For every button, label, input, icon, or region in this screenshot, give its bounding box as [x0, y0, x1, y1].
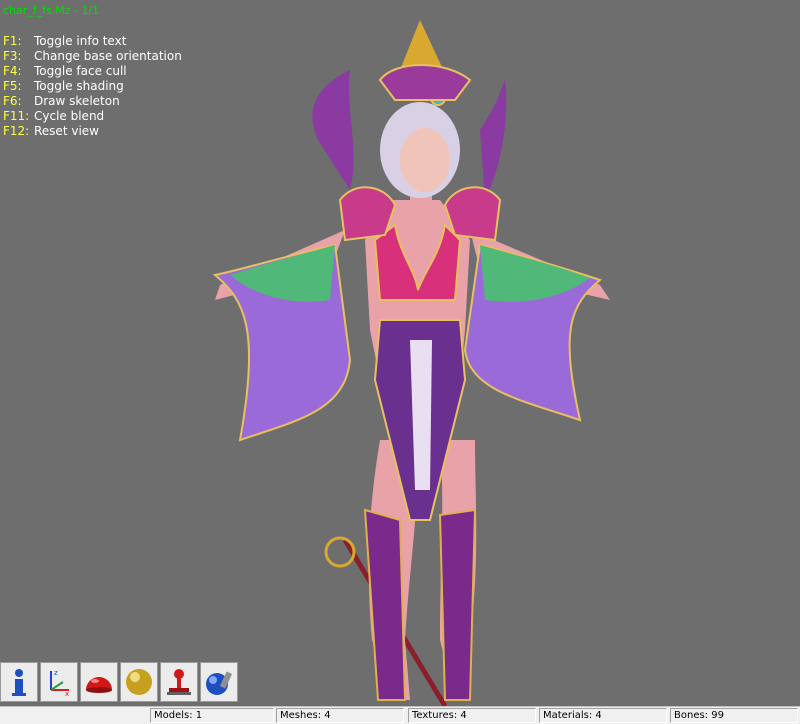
3d-viewport[interactable]: char_f_fs.Mz - 1/1 F1: Toggle info text F…	[0, 0, 800, 706]
shortcut-label: Toggle face cull	[34, 64, 127, 78]
models-count: Models: 1	[150, 708, 274, 723]
shortcut-key: F12:	[3, 124, 30, 138]
shortcut-label: Toggle info text	[34, 34, 127, 48]
material-button[interactable]	[200, 662, 238, 702]
hemisphere-button[interactable]	[80, 662, 118, 702]
axes-icon: z x	[50, 669, 69, 698]
shortcut-key: F1:	[3, 34, 22, 48]
svg-text:z: z	[54, 669, 58, 677]
shortcut-key: F6:	[3, 94, 22, 108]
character-model	[212, 20, 610, 706]
shortcut-label: Toggle shading	[34, 79, 124, 93]
info-button[interactable]	[0, 662, 38, 702]
shortcut-key: F4:	[3, 64, 22, 78]
status-bar: Models: 1 Meshes: 4 Textures: 4 Material…	[0, 706, 800, 724]
shortcut-row: F6: Draw skeleton	[3, 94, 182, 109]
axes-button[interactable]: z x	[40, 662, 78, 702]
gold-sphere-icon	[126, 669, 152, 695]
red-hemisphere-icon	[86, 677, 112, 693]
shortcut-key: F11:	[3, 109, 30, 123]
blue-sphere-brush-icon	[206, 671, 233, 695]
joystick-button[interactable]	[160, 662, 198, 702]
svg-text:x: x	[65, 690, 69, 698]
shortcut-row: F1: Toggle info text	[3, 34, 182, 49]
toolbar: z x	[0, 662, 240, 704]
info-icon	[12, 669, 26, 696]
textures-count: Textures: 4	[408, 708, 536, 723]
materials-count: Materials: 4	[539, 708, 667, 723]
shortcut-label: Draw skeleton	[34, 94, 120, 108]
shortcut-label: Cycle blend	[34, 109, 105, 123]
meshes-count: Meshes: 4	[276, 708, 404, 723]
shortcut-key: F5:	[3, 79, 22, 93]
model-title: char_f_fs.Mz - 1/1	[3, 4, 100, 17]
shortcut-label: Reset view	[34, 124, 99, 138]
shortcut-row: F11: Cycle blend	[3, 109, 182, 124]
shortcut-label: Change base orientation	[34, 49, 182, 63]
bones-count: Bones: 99	[670, 708, 798, 723]
joystick-icon	[167, 669, 191, 695]
shortcut-row: F5: Toggle shading	[3, 79, 182, 94]
shading-button[interactable]	[120, 662, 158, 702]
shortcut-row: F3: Change base orientation	[3, 49, 182, 64]
shortcut-row: F4: Toggle face cull	[3, 64, 182, 79]
shortcut-help: F1: Toggle info text F3: Change base orien…	[3, 34, 182, 139]
shortcut-row: F12: Reset view	[3, 124, 182, 139]
shortcut-key: F3:	[3, 49, 22, 63]
